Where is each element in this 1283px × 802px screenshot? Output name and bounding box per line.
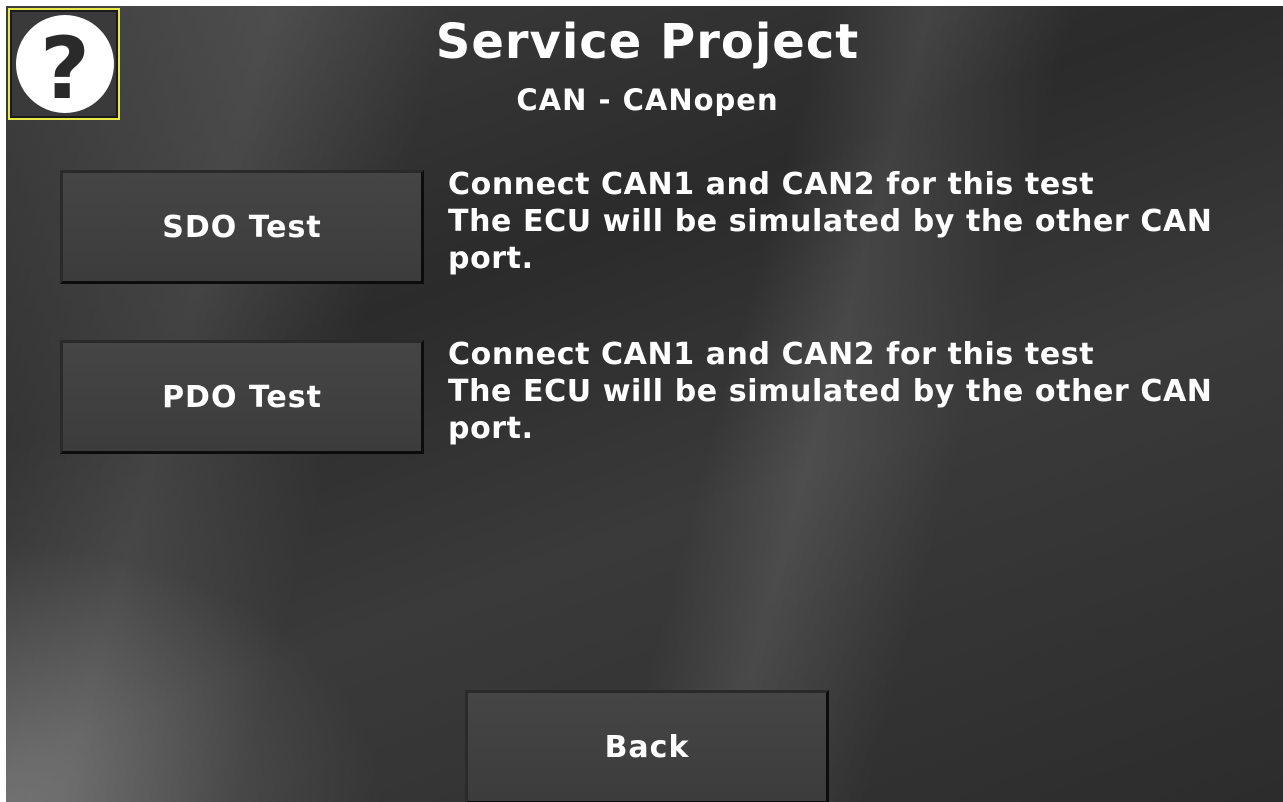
pdo-test-button[interactable]: PDO Test	[60, 340, 424, 454]
screen: ? Service Project CAN - CANopen SDO Test…	[6, 6, 1283, 802]
description-line: Connect CAN1 and CAN2 for this test	[448, 337, 1095, 372]
page-title: Service Project	[435, 14, 860, 70]
pdo-test-description: Connect CAN1 and CAN2 for this test The …	[448, 336, 1278, 447]
sdo-test-button[interactable]: SDO Test	[60, 170, 424, 284]
back-button[interactable]: Back	[465, 690, 829, 802]
page-subtitle: CAN - CANopen	[516, 83, 779, 117]
description-line: port.	[448, 411, 534, 446]
description-line: Connect CAN1 and CAN2 for this test	[448, 167, 1095, 202]
description-line: The ECU will be simulated by the other C…	[448, 204, 1213, 239]
back-button-label: Back	[604, 729, 690, 765]
description-line: port.	[448, 241, 534, 276]
pdo-test-button-label: PDO Test	[162, 379, 322, 415]
description-line: The ECU will be simulated by the other C…	[448, 374, 1213, 409]
sdo-test-description: Connect CAN1 and CAN2 for this test The …	[448, 166, 1278, 277]
sdo-test-button-label: SDO Test	[162, 209, 322, 245]
